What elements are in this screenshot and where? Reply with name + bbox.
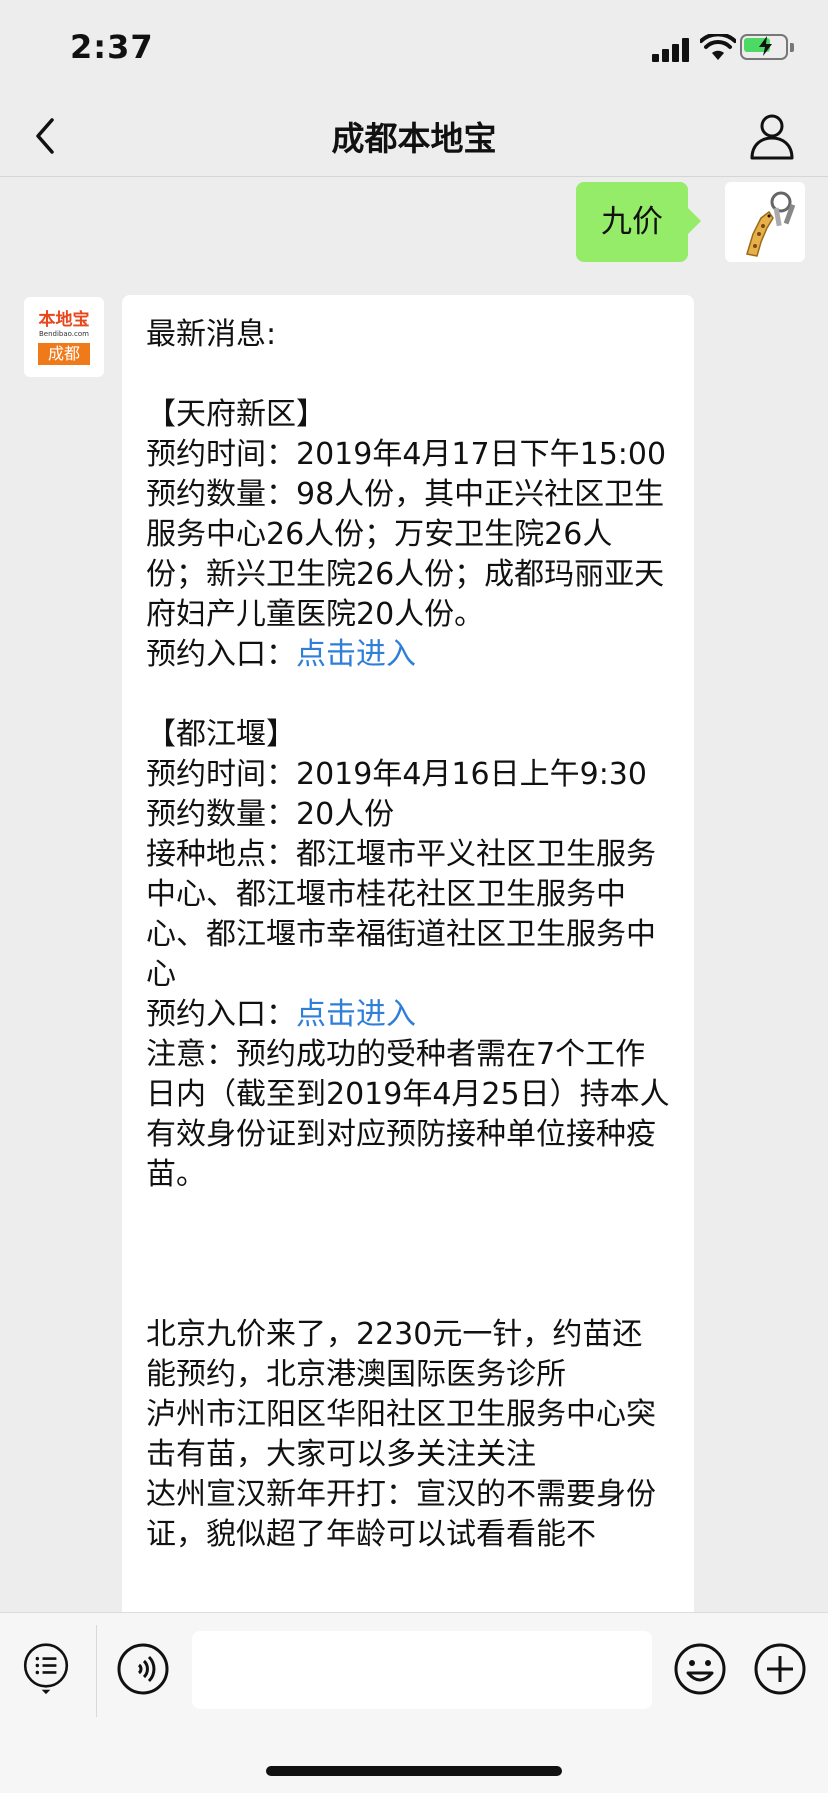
bot-logo-city: 成都 bbox=[38, 343, 90, 365]
status-time: 2:37 bbox=[70, 28, 154, 66]
chat-title: 成都本地宝 bbox=[331, 119, 497, 158]
incoming-message[interactable]: 最新消息: 【天府新区】 预约时间：2019年4月17日下午15:00 预约数量… bbox=[122, 295, 694, 1612]
appointment-quota-dujiangyan: 预约数量：20人份 bbox=[146, 797, 395, 832]
section-title-tianfu: 【天府新区】 bbox=[146, 397, 326, 432]
menu-list-icon[interactable] bbox=[20, 1643, 72, 1695]
more-info-beijing: 北京九价来了，2230元一针，约苗还能预约，北京港澳国际医务诊所 bbox=[146, 1317, 643, 1392]
bot-avatar[interactable]: 本地宝 Bendibao.com 成都 bbox=[24, 297, 104, 377]
section-title-dujiangyan: 【都江堰】 bbox=[146, 717, 296, 752]
vaccination-location-dujiangyan: 接种地点：都江堰市平义社区卫生服务中心、都江堰市桂花社区卫生服务中心、都江堰市幸… bbox=[146, 837, 656, 992]
wifi-icon bbox=[700, 34, 736, 60]
chat-area[interactable]: 九价 本地宝 Bendibao.com 成都 最新消息: 【天府新区】 预约时间… bbox=[0, 177, 828, 1612]
user-avatar[interactable] bbox=[725, 182, 805, 262]
notice-dujiangyan: 注意：预约成功的受种者需在7个工作日内（截至到2019年4月25日）持本人有效身… bbox=[146, 1037, 670, 1192]
battery-icon bbox=[740, 34, 796, 60]
message-input[interactable] bbox=[192, 1631, 652, 1709]
message-intro: 最新消息: bbox=[146, 317, 277, 352]
home-indicator[interactable] bbox=[266, 1766, 562, 1776]
entry-label: 预约入口： bbox=[146, 637, 296, 672]
entry-link-dujiangyan[interactable]: 点击进入 bbox=[296, 997, 416, 1032]
appointment-time-dujiangyan: 预约时间：2019年4月16日上午9:30 bbox=[146, 757, 647, 792]
signal-icon bbox=[652, 38, 692, 62]
appointment-entry-tianfu: 预约入口：点击进入 bbox=[146, 635, 670, 675]
nav-bar: 成都本地宝 bbox=[0, 96, 828, 177]
add-more-icon[interactable] bbox=[754, 1643, 806, 1695]
profile-icon[interactable] bbox=[748, 110, 796, 162]
bot-logo-brand: 本地宝 bbox=[38, 310, 90, 330]
appointment-quota-tianfu: 预约数量：98人份，其中正兴社区卫生服务中心26人份；万安卫生院26人份；新兴卫… bbox=[146, 477, 665, 632]
appointment-entry-dujiangyan: 预约入口：点击进入 bbox=[146, 995, 670, 1035]
outgoing-message[interactable]: 九价 bbox=[576, 182, 701, 262]
divider bbox=[96, 1625, 97, 1717]
appointment-time-tianfu: 预约时间：2019年4月17日下午15:00 bbox=[146, 437, 667, 472]
status-bar: 2:37 bbox=[0, 0, 828, 96]
entry-link-tianfu[interactable]: 点击进入 bbox=[296, 637, 416, 672]
emoji-icon[interactable] bbox=[674, 1643, 726, 1695]
more-info-luzhou: 泸州市江阳区华阳社区卫生服务中心突击有苗，大家可以多关注关注 bbox=[146, 1397, 656, 1472]
entry-label: 预约入口： bbox=[146, 997, 296, 1032]
bot-logo-domain: Bendibao.com bbox=[38, 330, 89, 338]
voice-input-icon[interactable] bbox=[117, 1643, 169, 1695]
more-info-dazhou: 达州宣汉新年开打：宣汉的不需要身份证，貌似超了年龄可以试看看能不 bbox=[146, 1477, 656, 1552]
